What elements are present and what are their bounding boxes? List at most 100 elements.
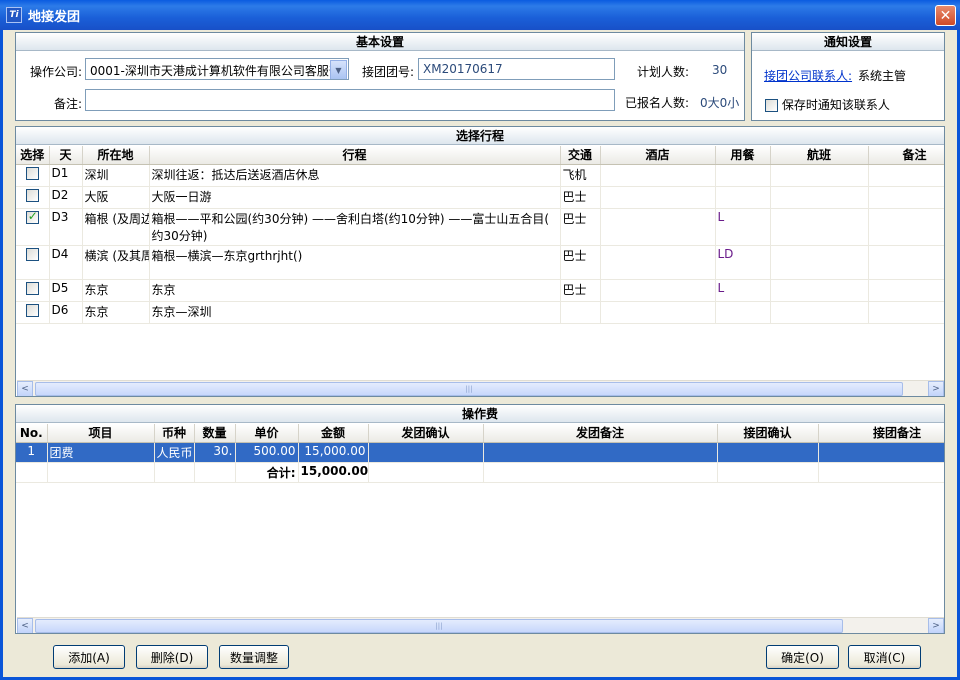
fee-send-remark[interactable] [483,442,718,463]
row-select-checkbox[interactable] [25,166,39,180]
row-select-checkbox[interactable] [25,303,39,317]
fees-column-header[interactable]: 币种 [154,424,195,443]
route-line-1: 东京 [151,282,176,297]
row-select-cell[interactable] [16,245,50,280]
itinerary-row[interactable]: D4 横滨 (及其周 箱根—横滨—东京grthrjht() 巴士 LD [16,245,944,280]
window-title: 地接发团 [28,9,81,25]
row-flight[interactable] [770,208,869,246]
fees-table: No. 项目 币种 数量 单价 金额 发团确认 发团备注 接团确认 接团备注 1 团费 人民币 3… [16,424,944,483]
company-select[interactable]: 0001-深圳市天港成计算机软件有限公司客服部 ▼ [85,58,349,80]
fees-column-header[interactable]: 单价 [235,424,299,443]
fees-column-header[interactable]: No. [16,424,48,443]
notify-settings-header: 通知设置 [752,33,944,51]
company-value: 0001-深圳市天港成计算机软件有限公司客服部 [90,64,341,78]
fees-column-header[interactable]: 数量 [194,424,236,443]
itinerary-column-header[interactable]: 行程 [149,146,561,165]
row-remark[interactable] [868,245,944,280]
row-hotel[interactable] [600,208,716,246]
row-select-checkbox[interactable] [25,209,39,224]
fees-column-header[interactable]: 接团确认 [717,424,819,443]
fee-price[interactable]: 500.00 [235,442,299,463]
row-remark[interactable] [868,186,944,209]
scroll-left-icon[interactable]: < [17,618,33,633]
row-select-checkbox[interactable] [25,247,39,261]
fee-qty[interactable]: 30. [194,442,236,463]
scroll-right-icon[interactable]: > [928,381,944,396]
chevron-down-icon[interactable]: ▼ [330,60,347,79]
itinerary-column-header[interactable]: 用餐 [715,146,771,165]
row-flight[interactable] [770,186,869,209]
remark-input[interactable] [85,89,615,111]
fee-send-confirm[interactable] [368,442,484,463]
row-select-cell[interactable] [16,208,50,246]
row-place: 深圳 [82,164,150,187]
row-select-cell[interactable] [16,164,50,187]
fees-column-header[interactable]: 金额 [298,424,369,443]
add-button[interactable]: 添加(A) [53,645,125,669]
fee-currency[interactable]: 人民币 [154,442,195,463]
row-hotel[interactable] [600,245,716,280]
scroll-thumb[interactable]: ||| [35,382,903,396]
fee-item[interactable]: 团费 [47,442,155,463]
row-remark[interactable] [868,279,944,302]
row-transport: 巴士 [560,279,601,302]
row-select-checkbox[interactable] [25,281,39,295]
row-day: D6 [49,301,83,324]
itinerary-column-header[interactable]: 所在地 [82,146,150,165]
row-select-cell[interactable] [16,301,50,324]
itinerary-column-header[interactable]: 航班 [770,146,869,165]
itinerary-row[interactable]: D6 东京 东京—深圳 [16,301,944,324]
fees-column-header[interactable]: 发团确认 [368,424,484,443]
notify-checkbox-row[interactable]: 保存时通知该联系人 [765,96,890,113]
row-remark[interactable] [868,208,944,246]
fees-column-header[interactable]: 发团备注 [483,424,718,443]
scroll-thumb[interactable]: ||| [35,619,843,633]
ok-button[interactable]: 确定(O) [766,645,839,669]
route-line-1: 东京—深圳 [151,304,212,319]
delete-button[interactable]: 删除(D) [136,645,208,669]
qty-adjust-button[interactable]: 数量调整 [219,645,289,669]
row-select-checkbox[interactable] [25,188,39,202]
row-flight[interactable] [770,279,869,302]
row-flight[interactable] [770,164,869,187]
itinerary-column-header[interactable]: 天 [49,146,83,165]
total-value: 15,000.00 [298,462,369,483]
cancel-button[interactable]: 取消(C) [848,645,921,669]
fees-column-header[interactable]: 项目 [47,424,155,443]
row-hotel[interactable] [600,164,716,187]
itinerary-row[interactable]: D5 东京 东京 巴士 L [16,279,944,302]
close-button[interactable]: ✕ [935,5,956,26]
scroll-left-icon[interactable]: < [17,381,33,396]
group-no-input[interactable]: XM20170617 [418,58,615,80]
itinerary-column-header[interactable]: 交通 [560,146,601,165]
itinerary-hscrollbar[interactable]: < ||| > [17,380,944,396]
row-hotel[interactable] [600,301,716,324]
notify-checkbox[interactable] [765,99,778,112]
itinerary-table: 选择天所在地 行程 交通 酒店 用餐 航班 备注 D1 深圳 深圳往返：抵达后送返酒店休息 飞机 D… [16,146,944,324]
fees-hscrollbar[interactable]: < ||| > [17,617,944,633]
itinerary-row[interactable]: D3箱根 (及周边箱根——平和公园(约30分钟) ——舍利白塔(约10分钟) —… [16,208,944,246]
fee-recv-remark[interactable] [818,442,944,463]
row-hotel[interactable] [600,279,716,302]
row-remark[interactable] [868,301,944,324]
fee-recv-confirm[interactable] [717,442,819,463]
row-flight[interactable] [770,245,869,280]
row-remark[interactable] [868,164,944,187]
row-flight[interactable] [770,301,869,324]
itinerary-column-header[interactable]: 酒店 [600,146,716,165]
notify-settings-panel: 通知设置 接团公司联系人: 系统主管 保存时通知该联系人 [751,32,945,121]
fee-row[interactable]: 1 团费 人民币 30. 500.00 15,000.00 [16,442,944,463]
itinerary-column-header[interactable]: 选择 [16,146,50,165]
itinerary-column-header[interactable]: 备注 [868,146,944,165]
itinerary-row[interactable]: D2 大阪 大阪一日游 巴士 [16,186,944,209]
row-route: 箱根——平和公园(约30分钟) ——舍利白塔(约10分钟) ——富士山五合目(约… [149,208,561,246]
itinerary-row[interactable]: D1 深圳 深圳往返：抵达后送返酒店休息 飞机 [16,164,944,187]
row-route: 东京 [149,279,561,302]
fees-column-header[interactable]: 接团备注 [818,424,944,443]
row-hotel[interactable] [600,186,716,209]
row-select-cell[interactable] [16,186,50,209]
scroll-right-icon[interactable]: > [928,618,944,633]
contact-link[interactable]: 接团公司联系人: [764,67,852,84]
row-select-cell[interactable] [16,279,50,302]
basic-settings-panel: 基本设置 操作公司: 0001-深圳市天港成计算机软件有限公司客服部 ▼ 接团团… [15,32,745,121]
